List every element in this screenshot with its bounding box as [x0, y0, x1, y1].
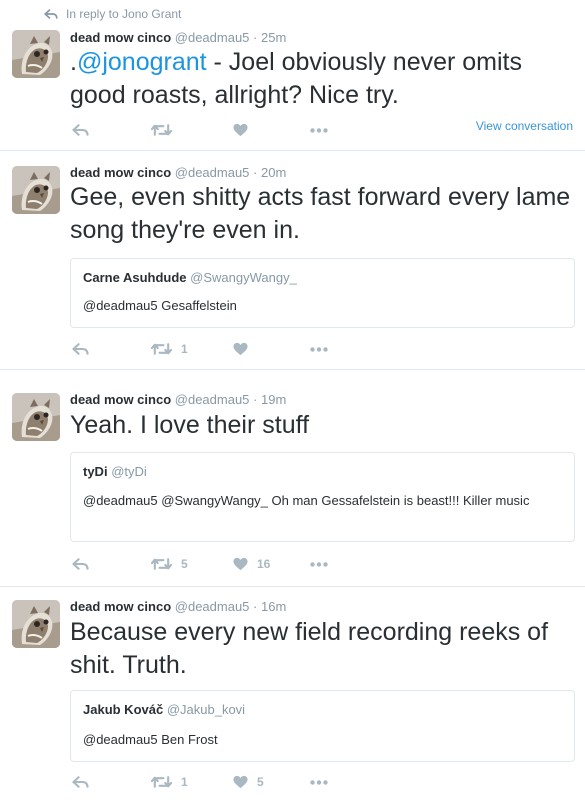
quoted-author-name: Carne Asuhdude: [83, 270, 187, 285]
avatar[interactable]: [12, 30, 60, 78]
quoted-tweet[interactable]: tyDi @tyDi @deadmau5 @SwangyWangy_ Oh ma…: [70, 452, 575, 542]
timestamp[interactable]: 19m: [261, 392, 286, 407]
quoted-tweet-header: Carne Asuhdude @SwangyWangy_: [83, 270, 297, 285]
author-handle[interactable]: @deadmau5: [175, 30, 250, 45]
author-name[interactable]: dead mow cinco: [70, 599, 171, 614]
mention-link[interactable]: @jonogrant: [77, 48, 207, 76]
quoted-tweet-header: Jakub Kováč @Jakub_kovi: [83, 702, 245, 717]
author-handle[interactable]: @deadmau5: [175, 392, 250, 407]
like-button[interactable]: 16: [233, 554, 270, 574]
avatar[interactable]: [12, 166, 60, 214]
author-handle[interactable]: @deadmau5: [175, 599, 250, 614]
quoted-tweet-text: @deadmau5 Ben Frost: [83, 732, 218, 747]
quoted-author-handle: @Jakub_kovi: [166, 702, 246, 717]
retweet-button[interactable]: 1: [151, 339, 188, 359]
retweet-icon: [151, 775, 172, 789]
quoted-author-name: Jakub Kováč: [83, 702, 164, 717]
separator: ·: [253, 165, 258, 180]
more-button[interactable]: [310, 772, 328, 792]
tweet-header: dead mow cinco @deadmau5 · 20m: [70, 165, 286, 180]
quoted-author-handle: @tyDi: [111, 464, 147, 479]
reply-button[interactable]: [72, 339, 89, 359]
reply-icon: [72, 343, 89, 355]
reply-context-icon: [44, 9, 58, 19]
tweet-text: Gee, even shitty acts fast forward every…: [70, 183, 571, 244]
like-count: 16: [257, 557, 271, 571]
retweet-button[interactable]: [151, 120, 181, 140]
more-button[interactable]: [310, 339, 328, 359]
more-icon: [310, 780, 328, 785]
avatar[interactable]: [12, 600, 60, 648]
author-name[interactable]: dead mow cinco: [70, 165, 171, 180]
tweet-text: Yeah. I love their stuff: [70, 411, 310, 439]
quoted-tweet-text: @deadmau5 Gesaffelstein: [83, 298, 237, 313]
separator: ·: [253, 599, 258, 614]
tweet-header: dead mow cinco @deadmau5 · 25m: [70, 30, 286, 45]
heart-icon: [233, 557, 248, 571]
tweet-text: Because every new field recording reeks …: [70, 618, 549, 679]
quoted-author-handle: @SwangyWangy_: [190, 270, 297, 285]
reply-button[interactable]: [72, 120, 89, 140]
timestamp[interactable]: 25m: [261, 30, 286, 45]
tweet-text: .@jonogrant - Joel obviously never omits…: [70, 46, 575, 112]
divider: [0, 150, 585, 151]
tweet-header: dead mow cinco @deadmau5 · 16m: [70, 599, 286, 614]
heart-icon: [233, 123, 248, 137]
divider: [0, 586, 585, 587]
avatar[interactable]: [12, 393, 60, 441]
like-count: 5: [257, 775, 264, 789]
quoted-tweet[interactable]: Jakub Kováč @Jakub_kovi @deadmau5 Ben Fr…: [70, 690, 575, 762]
quoted-tweet-text: @deadmau5 @SwangyWangy_ Oh man Gessafels…: [83, 493, 530, 508]
heart-icon: [233, 342, 248, 356]
reply-button[interactable]: [72, 554, 89, 574]
quoted-author-name: tyDi: [83, 464, 108, 479]
reply-button[interactable]: [72, 772, 89, 792]
reply-icon: [72, 124, 89, 136]
view-conversation-link[interactable]: View conversation: [476, 119, 573, 133]
like-button[interactable]: [233, 120, 257, 140]
author-name[interactable]: dead mow cinco: [70, 392, 171, 407]
tweet-header: dead mow cinco @deadmau5 · 19m: [70, 392, 286, 407]
retweet-button[interactable]: 1: [151, 772, 188, 792]
tweet-text-prefix: .: [70, 48, 77, 76]
in-reply-to-label: In reply to Jono Grant: [66, 7, 182, 21]
more-icon: [310, 562, 328, 567]
separator: ·: [253, 392, 258, 407]
reply-icon: [72, 558, 89, 570]
retweet-button[interactable]: 5: [151, 554, 188, 574]
retweet-icon: [151, 123, 172, 137]
author-name[interactable]: dead mow cinco: [70, 30, 171, 45]
author-handle[interactable]: @deadmau5: [175, 165, 250, 180]
retweet-icon: [151, 342, 172, 356]
separator: ·: [253, 30, 258, 45]
quoted-tweet[interactable]: Carne Asuhdude @SwangyWangy_ @deadmau5 G…: [70, 258, 575, 328]
like-button[interactable]: 5: [233, 772, 264, 792]
divider: [0, 369, 585, 370]
more-icon: [310, 128, 328, 133]
in-reply-to[interactable]: In reply to Jono Grant: [44, 7, 181, 21]
more-button[interactable]: [310, 554, 328, 574]
like-button[interactable]: [233, 339, 257, 359]
retweet-count: 1: [181, 342, 188, 356]
retweet-count: 5: [181, 557, 188, 571]
retweet-count: 1: [181, 775, 188, 789]
more-button[interactable]: [310, 120, 328, 140]
timestamp[interactable]: 20m: [261, 165, 286, 180]
heart-icon: [233, 775, 248, 789]
retweet-icon: [151, 557, 172, 571]
timestamp[interactable]: 16m: [261, 599, 286, 614]
reply-icon: [72, 776, 89, 788]
more-icon: [310, 347, 328, 352]
quoted-tweet-header: tyDi @tyDi: [83, 464, 147, 479]
